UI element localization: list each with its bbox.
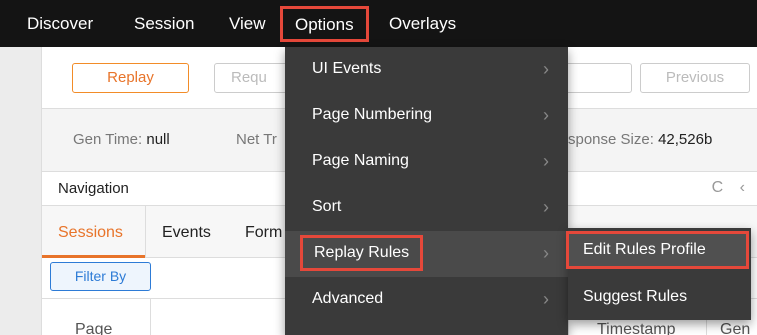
menu-item-label: UI Events [312,60,382,77]
submenu-item-label: Suggest Rules [583,288,688,305]
column-header-timestamp[interactable]: Timestamp [597,321,676,335]
response-size: sponse Size: 42,526b [568,131,712,148]
response-size-value: 42,526b [658,131,713,148]
request-button[interactable]: Requ [214,63,294,93]
chevron-right-icon: › [543,59,549,79]
navigation-title: Navigation [58,180,129,197]
chevron-right-icon: › [543,151,549,171]
tab-sessions[interactable]: Sessions [58,224,123,242]
gen-time-label: Gen Time: [73,131,143,148]
top-menu-bar: Discover Session View Options Overlays [0,0,757,47]
column-header-gen[interactable]: Gen [720,321,750,335]
column-divider [150,299,151,335]
previous-button[interactable]: Previous [640,63,750,93]
chevron-right-icon: › [543,197,549,217]
left-sidebar-strip [0,47,42,335]
chevron-right-icon: › [543,105,549,125]
menu-session[interactable]: Session [134,0,194,47]
replay-rules-submenu: Edit Rules Profile Suggest Rules [566,228,751,320]
menu-item-label: Advanced [312,290,384,307]
menu-item-label: Sort [312,198,342,215]
menu-item-label: Page Naming [312,152,409,169]
chevron-right-icon: › [543,243,549,263]
filter-by-button[interactable]: Filter By [50,262,151,291]
submenu-item-suggest-rules[interactable]: Suggest Rules [568,274,751,320]
tab-events[interactable]: Events [162,224,211,242]
menu-item-advanced[interactable]: Advanced › [285,277,568,323]
gen-time: Gen Time: null [73,131,170,148]
refresh-collapse-icons[interactable]: C ‹ [712,179,751,197]
gen-time-value: null [146,131,170,148]
menu-discover[interactable]: Discover [27,0,93,47]
net-time: Net Tr [236,131,277,148]
menu-overlays[interactable]: Overlays [389,0,456,47]
submenu-item-label: Edit Rules Profile [566,231,749,269]
menu-item-ui-events[interactable]: UI Events › [285,47,568,93]
tab-divider [145,206,146,258]
net-time-label: Net Tr [236,131,277,148]
tab-form[interactable]: Form [245,224,282,242]
menu-item-page-numbering[interactable]: Page Numbering › [285,93,568,139]
menu-options[interactable]: Options [280,6,369,42]
menu-item-label: Replay Rules [300,235,424,271]
options-dropdown-menu: UI Events › Page Numbering › Page Naming… [285,47,568,335]
chevron-right-icon: › [543,289,549,309]
menu-item-sort[interactable]: Sort › [285,185,568,231]
menu-item-label: Page Numbering [312,106,433,123]
replay-button[interactable]: Replay [72,63,189,93]
menu-item-page-naming[interactable]: Page Naming › [285,139,568,185]
menu-item-replay-rules[interactable]: Replay Rules › [285,231,568,277]
menu-view[interactable]: View [229,0,266,47]
column-header-page[interactable]: Page [75,321,112,335]
submenu-item-edit-rules-profile[interactable]: Edit Rules Profile [566,228,751,274]
response-size-label: sponse Size: [568,131,654,148]
